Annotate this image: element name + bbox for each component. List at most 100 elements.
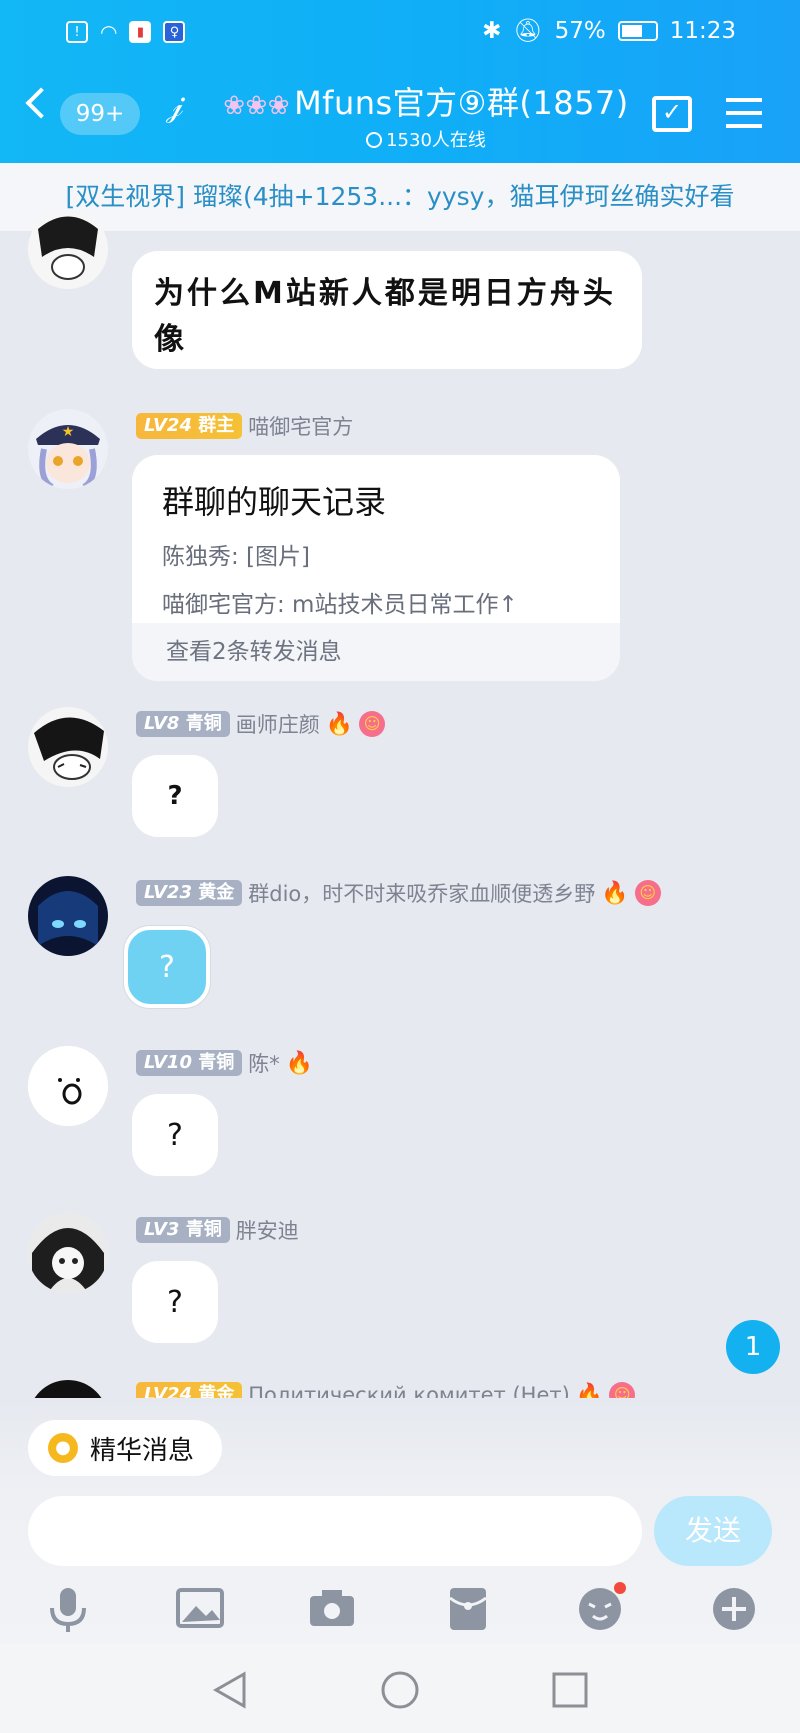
level-badge: LV24 群主	[136, 413, 243, 439]
sender-meta: LV24 群主 喵御宅官方	[136, 411, 353, 441]
level-badge: LV10 青铜	[136, 1050, 243, 1076]
message-bubble[interactable]: ?	[132, 1261, 218, 1343]
level-badge: LV3 青铜	[136, 1217, 230, 1243]
message-item: LV3 青铜 胖安迪 ?	[0, 1213, 800, 1353]
nav-home-icon[interactable]	[380, 1670, 420, 1720]
clock: 11:23	[669, 17, 736, 44]
rank-text: 青铜	[185, 713, 222, 734]
status-right: ✱ 🔕︎ 57% 11:23	[482, 17, 736, 45]
avatar[interactable]	[28, 876, 108, 956]
microphone-icon[interactable]	[44, 1586, 92, 1634]
level-badge: LV24 黄金	[136, 1382, 243, 1398]
online-count: 1530人在线	[206, 126, 646, 152]
level-text: LV3	[144, 1219, 180, 1240]
nav-recents-icon[interactable]	[550, 1670, 590, 1720]
message-bubble[interactable]: 为什么M站新人都是明日方舟头像	[132, 251, 642, 369]
sender-meta: LV24 黄金 Политический комитет (Нет) 🔥 ☺	[136, 1382, 636, 1399]
message-item: LV23 黄金 群dio，时不时来吸乔家血顺便透乡野 🔥 ☺ ?	[0, 876, 800, 1016]
online-text: 1530人在线	[386, 130, 486, 151]
new-message-count-badge[interactable]: 1	[726, 1320, 780, 1374]
avatar[interactable]	[28, 1380, 108, 1398]
fire-icon: 🔥	[285, 1050, 314, 1076]
notice-text: [双生视界] 瑠璨(4抽+1253...：yysy，猫耳伊珂丝确实好看	[65, 182, 735, 211]
input-area: ● 精华消息 发送	[0, 1398, 800, 1644]
send-button[interactable]: 发送	[654, 1496, 772, 1566]
level-text: LV24	[144, 415, 192, 436]
sender-name[interactable]: 喵御宅官方	[248, 411, 353, 441]
plus-icon[interactable]	[710, 1586, 758, 1634]
sender-name[interactable]: Политический комитет (Нет)	[248, 1383, 570, 1398]
book-icon: ▮	[129, 21, 152, 43]
status-bar: ! ◠ ▮ ♀ ✱ 🔕︎ 57% 11:23	[0, 12, 800, 52]
sender-meta: LV3 青铜 胖安迪	[136, 1215, 299, 1245]
sender-name[interactable]: 群dio，时不时来吸乔家血顺便透乡野	[248, 878, 595, 908]
fire-icon: 🔥	[601, 880, 629, 906]
message-bubble[interactable]: ?	[132, 1094, 218, 1176]
back-arrow-icon[interactable]	[25, 87, 57, 119]
message-bubble[interactable]: ?	[124, 926, 210, 1008]
group-notice-bar[interactable]: [双生视界] 瑠璨(4抽+1253...：yysy，猫耳伊珂丝确实好看	[0, 163, 800, 231]
message-item: 为什么M站新人都是明日方舟头像	[0, 209, 800, 371]
avatar[interactable]	[28, 209, 108, 289]
essence-messages-button[interactable]: ● 精华消息	[28, 1420, 223, 1476]
sender-meta: LV10 青铜 陈* 🔥	[136, 1048, 313, 1078]
menu-icon[interactable]	[726, 98, 762, 128]
forward-title: 群聊的聊天记录	[162, 483, 387, 521]
message-item: LV24 黄金 Политический комитет (Нет) 🔥 ☺	[0, 1380, 800, 1398]
image-icon[interactable]	[176, 1586, 224, 1634]
online-icon	[366, 132, 383, 148]
message-bubble[interactable]: ?	[132, 755, 218, 837]
avatar[interactable]	[28, 1213, 108, 1293]
bulb-icon: ♀	[163, 21, 186, 43]
svg-text:★: ★	[62, 424, 75, 440]
emoji-icon[interactable]	[576, 1582, 626, 1634]
level-text: LV23	[144, 882, 192, 903]
rank-text: 黄金	[198, 1384, 235, 1398]
forward-line: 陈独秀: [图片]	[162, 544, 311, 570]
battery-percent: 57%	[554, 17, 606, 44]
smile-badge-icon: ☺	[359, 711, 386, 737]
notification-dot	[614, 1582, 626, 1594]
calendar-check-icon[interactable]	[652, 96, 692, 132]
message-item: LV8 青铜 画师庄颜 🔥 ☺ ?	[0, 707, 800, 847]
group-name: Mfuns官方⑨群(1857)	[294, 84, 629, 122]
group-title: ❀❀❀ Mfuns官方⑨群(1857)	[206, 78, 646, 124]
ear-icon[interactable]: 𝒿	[166, 86, 184, 125]
forward-line: 喵御宅官方: m站技术员日常工作↑	[162, 592, 518, 618]
group-title-area[interactable]: ❀❀❀ Mfuns官方⑨群(1857) 1530人在线	[206, 78, 646, 152]
essence-label: 精华消息	[90, 1435, 195, 1466]
sender-meta: LV8 青铜 画师庄颜 🔥 ☺	[136, 709, 386, 739]
forward-card[interactable]: 群聊的聊天记录 陈独秀: [图片] 喵御宅官方: m站技术员日常工作↑ 查看2条…	[132, 455, 620, 681]
rank-text: 青铜	[185, 1219, 222, 1240]
camera-icon[interactable]	[308, 1586, 356, 1634]
avatar[interactable]: ★	[28, 409, 108, 489]
battery-icon	[617, 20, 658, 41]
message-input[interactable]	[28, 1496, 642, 1566]
sender-name[interactable]: 画师庄颜	[236, 709, 320, 739]
wifi-icon: ◠	[100, 20, 118, 44]
alert-icon: !	[66, 21, 88, 43]
chat-header: ! ◠ ▮ ♀ ✱ 🔕︎ 57% 11:23 99+ 𝒿 ❀❀❀ Mfuns官方⑨…	[0, 0, 800, 163]
level-badge: LV8 青铜	[136, 711, 230, 737]
sender-meta: LV23 黄金 群dio，时不时来吸乔家血顺便透乡野 🔥 ☺	[136, 878, 661, 908]
smile-badge-icon: ☺	[634, 880, 661, 906]
red-packet-icon[interactable]	[444, 1586, 492, 1634]
sender-name[interactable]: 胖安迪	[236, 1215, 299, 1245]
mute-icon: 🔕︎	[513, 18, 543, 44]
nav-back-icon[interactable]	[210, 1670, 250, 1720]
status-left-icons: ! ◠ ▮ ♀	[66, 20, 186, 44]
input-toolbar	[0, 1582, 800, 1640]
avatar[interactable]	[28, 1046, 108, 1126]
fire-icon: 🔥	[575, 1382, 604, 1399]
rank-text: 黄金	[198, 882, 235, 903]
unread-badge[interactable]: 99+	[60, 93, 140, 135]
sender-name[interactable]: 陈*	[248, 1048, 280, 1078]
avatar[interactable]	[28, 707, 108, 787]
message-item: ★ LV24 群主 喵御宅官方 群聊的聊天记录 陈独秀: [图片] 喵御宅官方:…	[0, 409, 800, 689]
level-text: LV10	[144, 1052, 192, 1073]
drop-icon: ●	[48, 1433, 78, 1463]
level-text: LV24	[144, 1384, 192, 1398]
rank-text: 青铜	[198, 1052, 235, 1073]
system-nav-bar	[0, 1644, 800, 1733]
message-item: LV10 青铜 陈* 🔥 ?	[0, 1046, 800, 1186]
